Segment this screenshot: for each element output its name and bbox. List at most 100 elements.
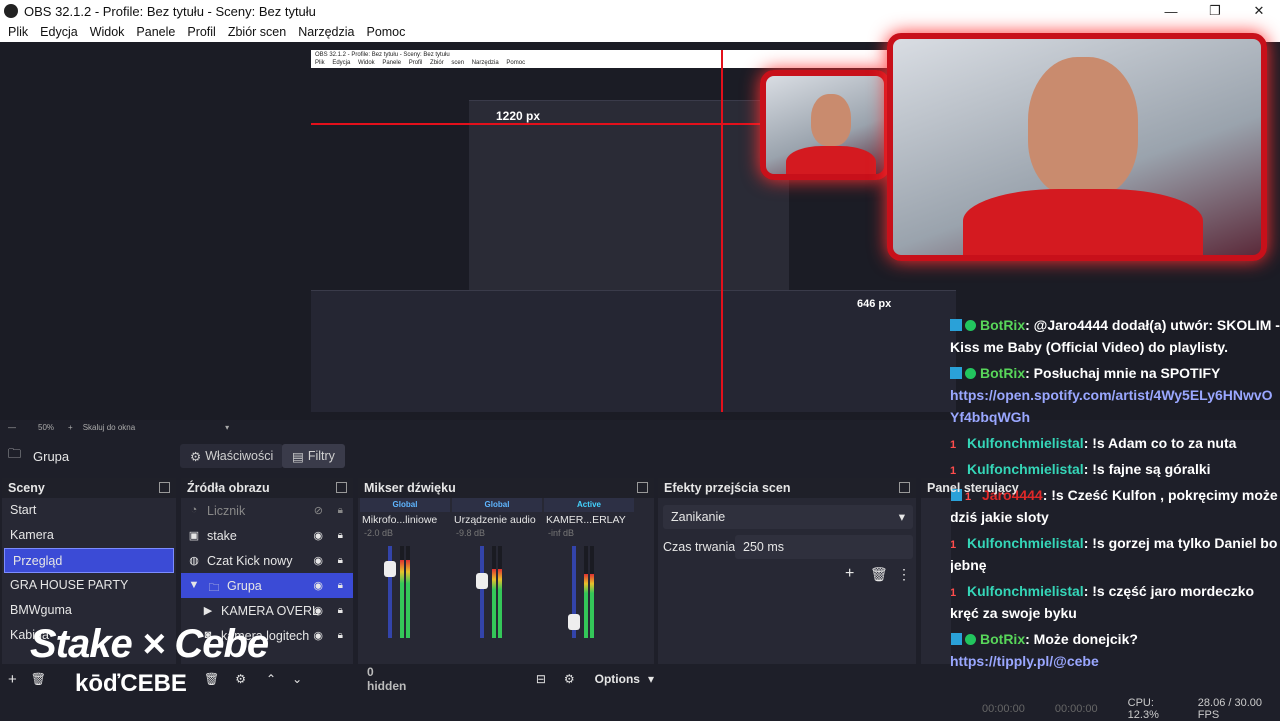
menu-scene-collection[interactable]: Zbiór scen: [228, 25, 286, 39]
kick-icon: [950, 367, 962, 379]
scene-item[interactable]: Start: [2, 498, 176, 523]
channel-name[interactable]: Mikrofo...liniowe: [360, 512, 450, 528]
status-bar: 00:00:00 00:00:00 CPU: 12.3% 28.06 / 30.…: [930, 697, 1280, 721]
layout-icon[interactable]: ⊟: [536, 672, 546, 686]
obs-logo-icon: [4, 4, 18, 18]
slider-knob[interactable]: [568, 614, 580, 631]
channel-name[interactable]: KAMER...ERLAY: [544, 512, 634, 528]
cpu-usage: CPU: 12.3%: [1127, 697, 1159, 721]
verified-icon: [965, 634, 976, 645]
record-time: 00:00:00: [1054, 703, 1098, 715]
scene-item-selected[interactable]: Przegląd: [4, 548, 174, 573]
chevron-down-icon[interactable]: ▼: [187, 579, 201, 593]
menu-docks[interactable]: Panele: [136, 25, 175, 39]
filters-button[interactable]: ▤ Filtry: [282, 444, 345, 468]
slider-knob[interactable]: [476, 572, 488, 589]
stream-time: 00:00:00: [982, 703, 1025, 715]
duration-input[interactable]: 250 ms: [735, 535, 913, 559]
eye-icon[interactable]: ◉: [313, 529, 323, 542]
channel-db: -9.8 dB: [456, 528, 486, 538]
mixer-dock: Mikser dźwięku Global Mikrofo...liniowe …: [358, 478, 654, 664]
menu-edit[interactable]: Edycja: [40, 25, 78, 39]
nested-menu: Plik Edycja Widok Panele Profil Zbiór sc…: [315, 60, 526, 66]
chat-overlay: BotRix: @Jaro4444 dodał(a) utwór: SKOLIM…: [950, 314, 1280, 714]
sources-dock-title: Źródła obrazu: [181, 478, 353, 498]
minimize-icon[interactable]: —: [1150, 0, 1192, 22]
scene-item[interactable]: Kamera: [2, 523, 176, 548]
gear-icon[interactable]: ⚙: [564, 672, 575, 686]
lock-icon[interactable]: 🔒︎: [338, 505, 343, 516]
volume-slider[interactable]: [476, 546, 488, 638]
lock-icon[interactable]: 🔒︎: [338, 530, 343, 541]
filter-icon: ▤: [292, 449, 304, 464]
scene-item[interactable]: GRA HOUSE PARTY: [2, 573, 176, 598]
camera-overlay-large[interactable]: [887, 33, 1267, 261]
sub-badge-icon: 1: [950, 587, 957, 599]
chat-message: 1 Kulfonchmielistal: !s fajne są góralki: [950, 461, 1211, 477]
transition-select[interactable]: Zanikanie ▾: [663, 505, 913, 529]
source-toolbar: 🗀 Grupa ⚙ Właściwości ▤ Filtry: [0, 440, 950, 472]
zoom-out-button[interactable]: —: [8, 423, 16, 432]
selected-source: 🗀 Grupa: [8, 445, 69, 467]
folder-icon: 🗀: [208, 581, 220, 594]
transitions-dock-title: Efekty przejścia scen: [658, 478, 916, 498]
chevron-down-icon[interactable]: ▾: [225, 423, 229, 432]
menu-file[interactable]: Plik: [8, 25, 28, 39]
lock-icon[interactable]: 🔒︎: [338, 555, 343, 566]
undock-icon[interactable]: [159, 482, 170, 493]
maximize-icon[interactable]: ❐: [1194, 0, 1236, 22]
menu-profile[interactable]: Profil: [187, 25, 215, 39]
volume-slider[interactable]: [384, 546, 396, 638]
scene-item[interactable]: BMWguma: [2, 598, 176, 623]
chevron-down-icon[interactable]: ▾: [648, 672, 654, 686]
lock-icon[interactable]: 🔒︎: [338, 605, 343, 616]
undock-icon[interactable]: [637, 482, 648, 493]
zoom-mode-select[interactable]: Skaluj do okna: [83, 423, 135, 432]
scenes-dock-title: Sceny: [2, 478, 176, 498]
gear-icon[interactable]: ⚙: [235, 672, 246, 686]
level-meter: [584, 546, 588, 638]
menu-view[interactable]: Widok: [90, 25, 125, 39]
brand-logo: Stake × Cebe: [30, 622, 269, 666]
source-item[interactable]: ▣ stake ◉ 🔒︎: [181, 523, 353, 548]
properties-button[interactable]: ⚙ Właściwości: [180, 444, 284, 468]
menu-tools[interactable]: Narzędzia: [298, 25, 354, 39]
add-transition-button[interactable]: +: [845, 565, 854, 583]
channel-name[interactable]: Urządzenie audio: [452, 512, 542, 528]
trash-icon[interactable]: 🗑︎: [870, 566, 888, 583]
zoom-in-button[interactable]: +: [68, 423, 73, 432]
source-item-selected[interactable]: ▼ 🗀 Grupa ◉ 🔒︎: [181, 573, 353, 598]
eye-icon[interactable]: ◉: [313, 579, 323, 592]
camera-overlay-small[interactable]: [760, 70, 890, 180]
trash-icon[interactable]: 🗑︎: [204, 672, 219, 686]
eye-icon[interactable]: ◉: [313, 604, 323, 617]
source-item[interactable]: ▶ KAMERA OVERL ◉ 🔒︎: [181, 598, 353, 623]
nested-preview: [469, 100, 789, 290]
menu-help[interactable]: Pomoc: [366, 25, 405, 39]
chevron-down-icon: ▾: [898, 510, 905, 524]
source-item[interactable]: ◍ Czat Kick nowy ◉ 🔒︎: [181, 548, 353, 573]
trash-icon[interactable]: 🗑︎: [31, 672, 46, 686]
kick-icon: [950, 319, 962, 331]
close-icon[interactable]: ✕: [1238, 0, 1280, 22]
eye-hidden-icon[interactable]: ⊘: [314, 504, 323, 517]
move-up-icon[interactable]: ⌃: [266, 672, 276, 686]
source-item[interactable]: ◔ Licznik ⊘ 🔒︎: [181, 498, 353, 523]
add-scene-button[interactable]: +: [8, 671, 17, 688]
gear-icon: ⚙: [190, 449, 202, 464]
undock-icon[interactable]: [336, 482, 347, 493]
move-down-icon[interactable]: ⌄: [292, 672, 302, 686]
undock-icon[interactable]: [899, 482, 910, 493]
mixer-dock-title: Mikser dźwięku: [358, 478, 654, 498]
slider-knob[interactable]: [384, 561, 396, 578]
mixer-channel: Global Urządzenie audio -9.8 dB: [452, 498, 542, 664]
eye-icon[interactable]: ◉: [313, 554, 323, 567]
level-meter: [590, 546, 594, 638]
more-icon[interactable]: ⋮: [897, 566, 911, 583]
eye-icon[interactable]: ◉: [313, 629, 323, 642]
volume-slider[interactable]: [568, 546, 580, 638]
options-button[interactable]: Options: [595, 672, 640, 686]
lock-icon[interactable]: 🔒︎: [338, 580, 343, 591]
lock-icon[interactable]: 🔒︎: [338, 630, 343, 641]
chat-message: 1 Kulfonchmielistal: !s gorzej ma tylko D…: [950, 535, 1278, 573]
